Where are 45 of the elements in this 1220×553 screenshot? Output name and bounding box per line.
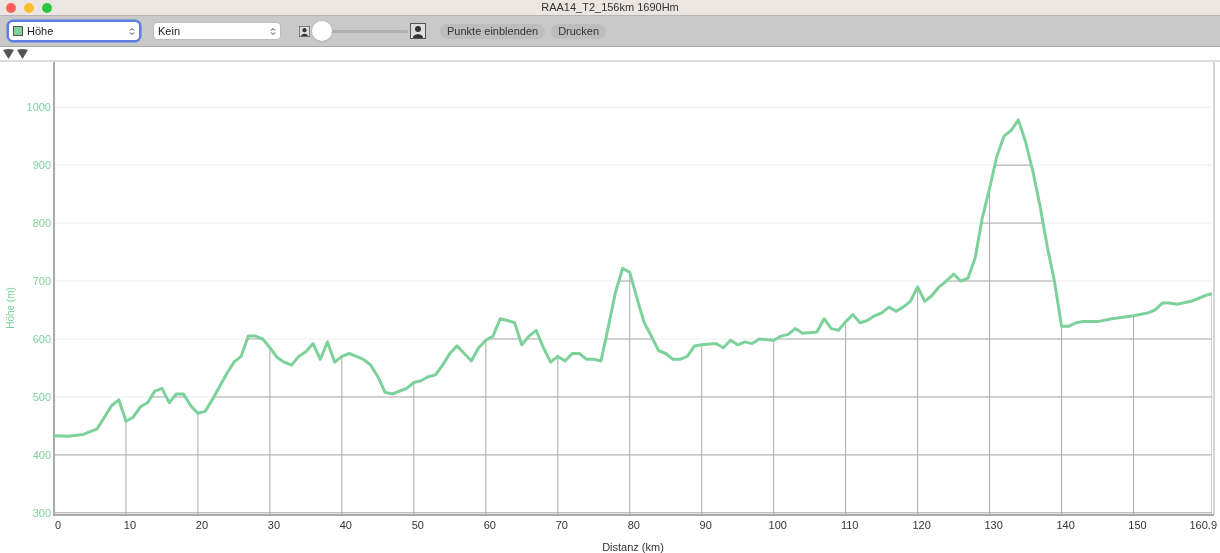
x-tick-label: 0 [54,519,62,531]
x-tick-label: 120 [912,519,931,531]
y-tick-label: 800 [32,217,51,230]
y-tick-label: 600 [32,333,51,345]
x-tick-label: 130 [984,519,1003,531]
y-tick-label: 700 [32,275,51,288]
y-tick-label: 1000 [26,101,51,114]
x-tick-label: 70 [555,519,568,531]
zoom-button[interactable] [42,2,52,13]
minimize-button[interactable] [24,2,34,13]
y-tick-label: 500 [32,390,51,403]
x-tick-label: 80 [627,519,640,531]
x-tick-label: 160.9 [1189,519,1217,531]
x-tick-label: 100 [768,519,787,531]
toolbar-button[interactable]: Drucken [551,23,607,39]
dropdown[interactable]: Höhe [9,22,139,40]
y-tick-label: 300 [32,506,51,519]
x-tick-label: 140 [1056,519,1075,531]
window-title: RAA14_T2_156km 1690Hm [541,0,679,16]
y-tick-label: 900 [32,159,51,172]
x-tick-label: 110 [840,519,859,531]
close-button[interactable] [6,2,16,13]
x-tick-label: 40 [339,519,352,531]
photo-slider[interactable] [312,21,408,41]
dropdown-value: Höhe [27,23,55,39]
dropdown[interactable]: Kein [153,22,281,40]
x-tick-label: 60 [483,519,496,531]
person-icon [410,23,426,39]
person-icon [299,25,310,37]
chevron-icon [270,26,276,36]
marker-icon[interactable] [17,48,28,59]
toolbar-button[interactable]: Punkte einblenden [440,23,546,39]
chevron-icon [129,26,135,36]
x-tick-label: 90 [699,519,712,531]
y-axis-title: Höhe (m) [5,287,16,329]
x-tick-label: 50 [411,519,424,531]
x-tick-label: 30 [267,519,281,531]
x-tick-label: 10 [123,519,137,531]
x-axis-title: Distanz (km) [602,541,664,553]
x-tick-label: 150 [1128,519,1147,531]
y-tick-label: 400 [32,448,51,461]
marker-icon[interactable] [3,48,14,59]
slider-thumb[interactable] [312,21,332,41]
dropdown-value: Kein [158,23,182,39]
x-tick-label: 20 [195,519,209,531]
